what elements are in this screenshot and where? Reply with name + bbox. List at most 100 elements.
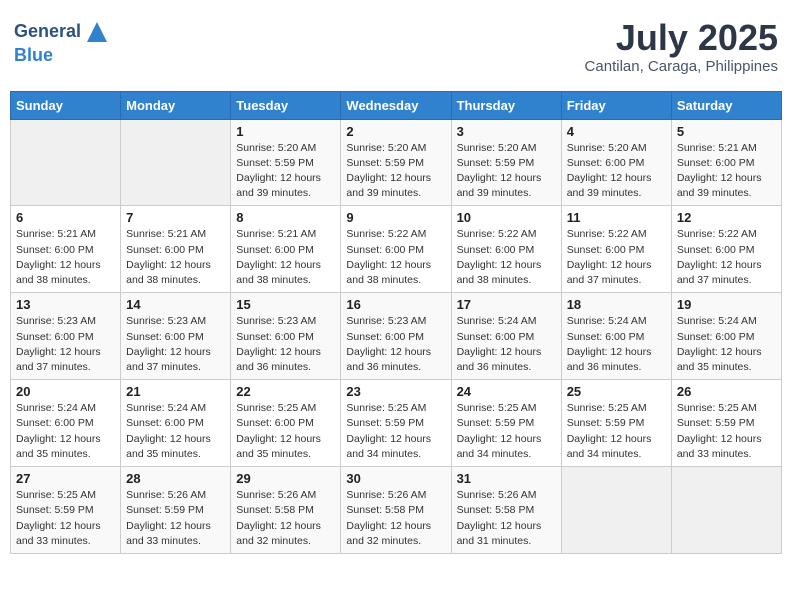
- day-detail: Sunrise: 5:24 AMSunset: 6:00 PMDaylight:…: [677, 314, 776, 375]
- day-number: 5: [677, 124, 776, 139]
- day-number: 3: [457, 124, 556, 139]
- calendar-cell: 12 Sunrise: 5:22 AMSunset: 6:00 PMDayligh…: [671, 206, 781, 293]
- weekday-header-wednesday: Wednesday: [341, 91, 451, 119]
- calendar-cell: 7 Sunrise: 5:21 AMSunset: 6:00 PMDaylight…: [121, 206, 231, 293]
- day-detail: Sunrise: 5:22 AMSunset: 6:00 PMDaylight:…: [457, 227, 556, 288]
- day-detail: Sunrise: 5:22 AMSunset: 6:00 PMDaylight:…: [567, 227, 666, 288]
- day-number: 13: [16, 297, 115, 312]
- day-number: 11: [567, 210, 666, 225]
- calendar-week-row: 13 Sunrise: 5:23 AMSunset: 6:00 PMDayligh…: [11, 293, 782, 380]
- calendar-cell: 15 Sunrise: 5:23 AMSunset: 6:00 PMDayligh…: [231, 293, 341, 380]
- calendar-cell: 27Sunrise: 5:25 AMSunset: 5:59 PMDayligh…: [11, 467, 121, 554]
- day-detail: Sunrise: 5:25 AMSunset: 5:59 PMDaylight:…: [16, 488, 115, 549]
- calendar-cell: 1Sunrise: 5:20 AMSunset: 5:59 PMDaylight…: [231, 119, 341, 206]
- day-detail: Sunrise: 5:25 AMSunset: 5:59 PMDaylight:…: [567, 401, 666, 462]
- calendar-cell: 29Sunrise: 5:26 AMSunset: 5:58 PMDayligh…: [231, 467, 341, 554]
- calendar-cell: 13 Sunrise: 5:23 AMSunset: 6:00 PMDayligh…: [11, 293, 121, 380]
- day-number: 25: [567, 384, 666, 399]
- calendar-cell: 6 Sunrise: 5:21 AMSunset: 6:00 PMDaylight…: [11, 206, 121, 293]
- day-number: 4: [567, 124, 666, 139]
- calendar-cell: 22 Sunrise: 5:25 AMSunset: 6:00 PMDayligh…: [231, 380, 341, 467]
- calendar-cell: [11, 119, 121, 206]
- day-detail: Sunrise: 5:23 AMSunset: 6:00 PMDaylight:…: [346, 314, 445, 375]
- calendar-cell: 24Sunrise: 5:25 AMSunset: 5:59 PMDayligh…: [451, 380, 561, 467]
- calendar-table: SundayMondayTuesdayWednesdayThursdayFrid…: [10, 91, 782, 554]
- day-number: 31: [457, 471, 556, 486]
- day-number: 9: [346, 210, 445, 225]
- day-number: 20: [16, 384, 115, 399]
- day-detail: Sunrise: 5:21 AMSunset: 6:00 PMDaylight:…: [16, 227, 115, 288]
- calendar-cell: [121, 119, 231, 206]
- title-section: July 2025 Cantilan, Caraga, Philippines: [585, 18, 778, 75]
- calendar-cell: 2 Sunrise: 5:20 AMSunset: 5:59 PMDaylight…: [341, 119, 451, 206]
- page-header: General Blue July 2025 Cantilan, Caraga,…: [10, 10, 782, 83]
- day-number: 28: [126, 471, 225, 486]
- day-number: 7: [126, 210, 225, 225]
- location: Cantilan, Caraga, Philippines: [585, 58, 778, 75]
- day-detail: Sunrise: 5:24 AMSunset: 6:00 PMDaylight:…: [126, 401, 225, 462]
- calendar-week-row: 6 Sunrise: 5:21 AMSunset: 6:00 PMDaylight…: [11, 206, 782, 293]
- calendar-cell: 9 Sunrise: 5:22 AMSunset: 6:00 PMDaylight…: [341, 206, 451, 293]
- day-detail: Sunrise: 5:20 AMSunset: 5:59 PMDaylight:…: [457, 141, 556, 202]
- calendar-week-row: 27Sunrise: 5:25 AMSunset: 5:59 PMDayligh…: [11, 467, 782, 554]
- weekday-header-saturday: Saturday: [671, 91, 781, 119]
- day-number: 16: [346, 297, 445, 312]
- calendar-cell: 16 Sunrise: 5:23 AMSunset: 6:00 PMDayligh…: [341, 293, 451, 380]
- calendar-cell: 17 Sunrise: 5:24 AMSunset: 6:00 PMDayligh…: [451, 293, 561, 380]
- day-detail: Sunrise: 5:23 AMSunset: 6:00 PMDaylight:…: [126, 314, 225, 375]
- day-detail: Sunrise: 5:20 AMSunset: 6:00 PMDaylight:…: [567, 141, 666, 202]
- calendar-cell: [671, 467, 781, 554]
- day-detail: Sunrise: 5:21 AMSunset: 6:00 PMDaylight:…: [126, 227, 225, 288]
- day-number: 26: [677, 384, 776, 399]
- day-detail: Sunrise: 5:26 AMSunset: 5:59 PMDaylight:…: [126, 488, 225, 549]
- day-detail: Sunrise: 5:21 AMSunset: 6:00 PMDaylight:…: [236, 227, 335, 288]
- month-year: July 2025: [585, 18, 778, 58]
- calendar-cell: 20 Sunrise: 5:24 AMSunset: 6:00 PMDayligh…: [11, 380, 121, 467]
- logo-text: General Blue: [14, 18, 111, 66]
- calendar-cell: 4 Sunrise: 5:20 AMSunset: 6:00 PMDaylight…: [561, 119, 671, 206]
- day-detail: Sunrise: 5:25 AMSunset: 6:00 PMDaylight:…: [236, 401, 335, 462]
- day-detail: Sunrise: 5:25 AMSunset: 5:59 PMDaylight:…: [346, 401, 445, 462]
- day-number: 18: [567, 297, 666, 312]
- day-detail: Sunrise: 5:23 AMSunset: 6:00 PMDaylight:…: [16, 314, 115, 375]
- calendar-cell: 14 Sunrise: 5:23 AMSunset: 6:00 PMDayligh…: [121, 293, 231, 380]
- day-number: 14: [126, 297, 225, 312]
- calendar-cell: 31 Sunrise: 5:26 AMSunset: 5:58 PMDayligh…: [451, 467, 561, 554]
- calendar-cell: 26 Sunrise: 5:25 AMSunset: 5:59 PMDayligh…: [671, 380, 781, 467]
- day-number: 10: [457, 210, 556, 225]
- weekday-header-sunday: Sunday: [11, 91, 121, 119]
- day-detail: Sunrise: 5:22 AMSunset: 6:00 PMDaylight:…: [346, 227, 445, 288]
- day-detail: Sunrise: 5:26 AMSunset: 5:58 PMDaylight:…: [236, 488, 335, 549]
- day-detail: Sunrise: 5:25 AMSunset: 5:59 PMDaylight:…: [457, 401, 556, 462]
- day-number: 22: [236, 384, 335, 399]
- calendar-cell: 11 Sunrise: 5:22 AMSunset: 6:00 PMDayligh…: [561, 206, 671, 293]
- day-number: 21: [126, 384, 225, 399]
- calendar-cell: 23 Sunrise: 5:25 AMSunset: 5:59 PMDayligh…: [341, 380, 451, 467]
- calendar-week-row: 20 Sunrise: 5:24 AMSunset: 6:00 PMDayligh…: [11, 380, 782, 467]
- day-number: 17: [457, 297, 556, 312]
- calendar-cell: 3 Sunrise: 5:20 AMSunset: 5:59 PMDaylight…: [451, 119, 561, 206]
- day-number: 12: [677, 210, 776, 225]
- day-number: 23: [346, 384, 445, 399]
- calendar-cell: 18 Sunrise: 5:24 AMSunset: 6:00 PMDayligh…: [561, 293, 671, 380]
- day-number: 2: [346, 124, 445, 139]
- day-detail: Sunrise: 5:23 AMSunset: 6:00 PMDaylight:…: [236, 314, 335, 375]
- weekday-header-row: SundayMondayTuesdayWednesdayThursdayFrid…: [11, 91, 782, 119]
- day-detail: Sunrise: 5:24 AMSunset: 6:00 PMDaylight:…: [457, 314, 556, 375]
- day-number: 6: [16, 210, 115, 225]
- day-number: 1: [236, 124, 335, 139]
- day-detail: Sunrise: 5:24 AMSunset: 6:00 PMDaylight:…: [16, 401, 115, 462]
- day-detail: Sunrise: 5:22 AMSunset: 6:00 PMDaylight:…: [677, 227, 776, 288]
- logo: General Blue: [14, 18, 111, 66]
- day-detail: Sunrise: 5:24 AMSunset: 6:00 PMDaylight:…: [567, 314, 666, 375]
- weekday-header-thursday: Thursday: [451, 91, 561, 119]
- day-detail: Sunrise: 5:26 AMSunset: 5:58 PMDaylight:…: [457, 488, 556, 549]
- day-detail: Sunrise: 5:26 AMSunset: 5:58 PMDaylight:…: [346, 488, 445, 549]
- day-detail: Sunrise: 5:21 AMSunset: 6:00 PMDaylight:…: [677, 141, 776, 202]
- calendar-cell: 21 Sunrise: 5:24 AMSunset: 6:00 PMDayligh…: [121, 380, 231, 467]
- day-detail: Sunrise: 5:20 AMSunset: 5:59 PMDaylight:…: [346, 141, 445, 202]
- day-number: 15: [236, 297, 335, 312]
- calendar-cell: 30Sunrise: 5:26 AMSunset: 5:58 PMDayligh…: [341, 467, 451, 554]
- day-detail: Sunrise: 5:25 AMSunset: 5:59 PMDaylight:…: [677, 401, 776, 462]
- calendar-cell: 28 Sunrise: 5:26 AMSunset: 5:59 PMDayligh…: [121, 467, 231, 554]
